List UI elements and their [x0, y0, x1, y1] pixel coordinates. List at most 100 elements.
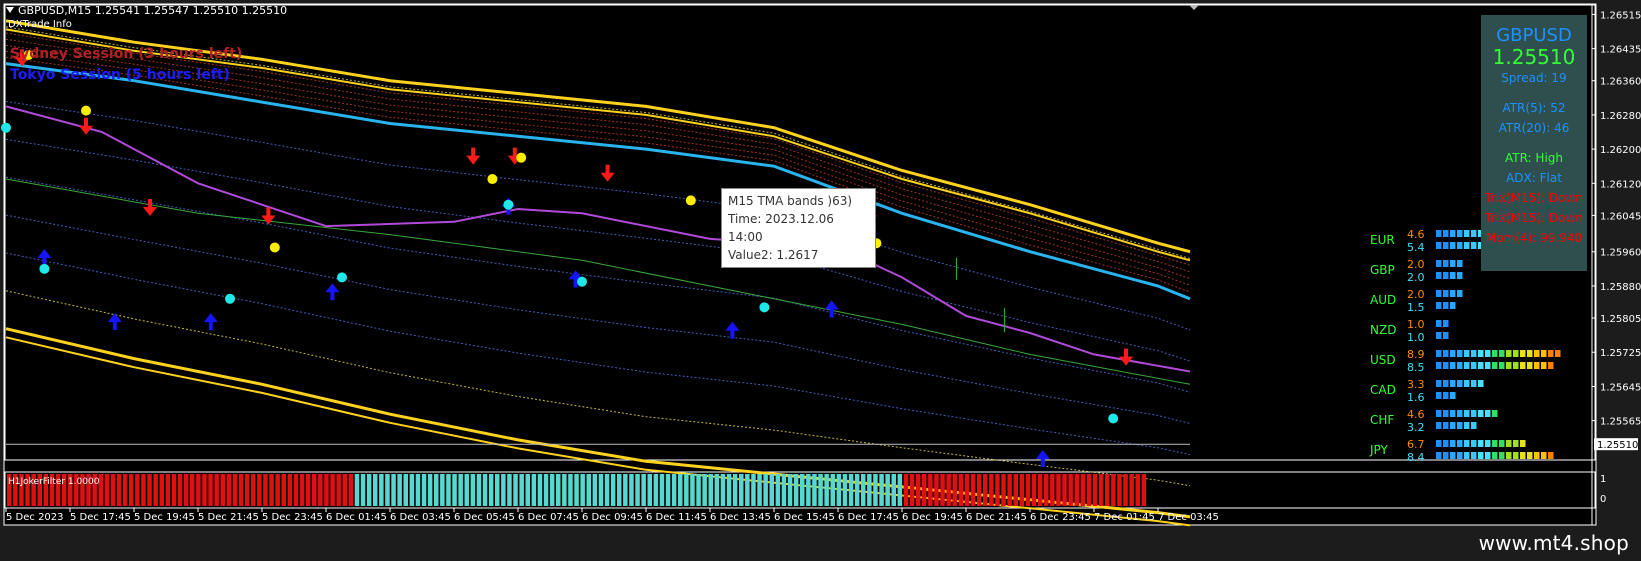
up-filter-bar [360, 474, 366, 506]
up-filter-bar [519, 474, 524, 506]
down-filter-bar [1031, 474, 1037, 506]
up-filter-bar [793, 474, 799, 506]
up-filter-bar [787, 474, 793, 506]
up-filter-bar [842, 474, 848, 506]
down-filter-bar [1019, 474, 1025, 506]
currency-code-label: GBP [1370, 263, 1395, 277]
strength-bar-segment [1457, 422, 1463, 429]
info-panel: GBPUSD 1.25510 Spread: 19 ATR(5): 52 ATR… [1481, 15, 1587, 271]
strength-bar-segment [1492, 410, 1498, 417]
down-filter-bar [324, 474, 329, 506]
strength-bar-segment [1436, 242, 1442, 249]
up-filter-bar [537, 474, 543, 506]
session-tokyo: Tokyo Session (5 hours left) [10, 67, 230, 83]
strength-bar-segment [1520, 350, 1526, 357]
down-filter-bar [1086, 474, 1092, 506]
strength-bar-segment [1513, 452, 1519, 459]
strength-bar-segment [1443, 242, 1449, 249]
strength-bar-segment [1471, 350, 1477, 357]
strength-bar-segment [1443, 452, 1449, 459]
cyan-dot-marker [759, 302, 770, 313]
currency-code-label: NZD [1370, 323, 1396, 337]
yellow-dot-marker [81, 105, 91, 116]
strength-bar-segment [1436, 320, 1442, 327]
up-filter-bar [354, 474, 360, 506]
strength-value-1: 4.6 [1407, 408, 1425, 421]
subwindow-label: H1JokerFilter 1.0000 [8, 477, 100, 487]
strength-bar-segment [1457, 230, 1463, 237]
up-filter-bar [598, 474, 604, 506]
strength-bar-segment [1541, 452, 1547, 459]
strength-bar-segment [1471, 242, 1477, 249]
strength-value-2: 1.5 [1407, 301, 1425, 314]
tooltip-title: M15 TMA bands )63) [728, 194, 853, 208]
up-filter-bar [458, 474, 463, 506]
strength-value-1: 4.6 [1407, 228, 1425, 241]
brand-watermark: www.mt4.shop [1478, 531, 1629, 555]
x-tick-label: 6 Dec 01:45 [326, 512, 387, 523]
up-filter-bar [610, 474, 616, 506]
up-filter-bar [568, 474, 573, 506]
panel-trix-1: Trix(M15): Down [1485, 191, 1583, 205]
up-filter-bar [671, 474, 677, 506]
x-tick-label: 6 Dec 15:45 [774, 512, 835, 523]
up-filter-bar [379, 474, 384, 506]
up-filter-bar [775, 474, 781, 506]
y-tick-label: 1.26120 [1600, 179, 1641, 190]
up-filter-bar [861, 474, 866, 506]
up-filter-bar [641, 474, 646, 506]
strength-bar-segment [1492, 350, 1498, 357]
down-filter-bar [1105, 474, 1110, 506]
chart-canvas[interactable]: 1.26515 1.26435 1.26360 1.26280 1.26200 1.261… [0, 0, 1641, 561]
down-filter-bar [909, 474, 915, 506]
strength-bar-segment [1520, 452, 1526, 459]
strength-bar-segment [1464, 380, 1470, 387]
strength-bar-segment [1436, 410, 1442, 417]
data-tooltip: M15 TMA bands )63) Time: 2023.12.06 14:0… [721, 188, 876, 268]
up-filter-bar [879, 474, 884, 506]
up-filter-bar [507, 474, 512, 506]
strength-bar-segment [1499, 440, 1505, 447]
strength-bar-segment [1457, 350, 1463, 357]
up-filter-bar [391, 474, 396, 506]
down-filter-bar [336, 474, 341, 506]
strength-bar-segment [1457, 452, 1463, 459]
cyan-dot-marker [1, 122, 11, 133]
strength-bar-segment [1450, 362, 1456, 369]
up-filter-bar [409, 474, 415, 506]
up-filter-bar [763, 474, 768, 506]
strength-bar-segment [1492, 452, 1498, 459]
down-filter-bar [1037, 474, 1043, 506]
down-filter-bar [1135, 474, 1140, 506]
collapse-triangle-icon[interactable] [6, 7, 14, 13]
strength-bar-segment [1464, 422, 1470, 429]
down-filter-bar [940, 474, 945, 506]
panel-atr-state: ATR: High [1504, 151, 1563, 165]
strength-bar-segment [1436, 350, 1442, 357]
strength-value-2: 2.0 [1407, 271, 1425, 284]
panel-atr5: ATR(5): 52 [1502, 101, 1566, 115]
down-filter-bar [281, 474, 286, 506]
down-filter-bar [147, 474, 152, 506]
strength-bar-segment [1450, 440, 1456, 447]
x-tick-label: 6 Dec 23:45 [1030, 512, 1091, 523]
down-filter-bar [171, 474, 177, 506]
down-filter-bar [348, 474, 354, 506]
strength-bar-segment [1513, 440, 1519, 447]
x-tick-label: 5 Dec 23:45 [262, 512, 323, 523]
strength-bar-segment [1457, 362, 1463, 369]
strength-bar-segment [1471, 362, 1477, 369]
up-filter-bar [751, 474, 756, 506]
y-tick-label: 1.26045 [1600, 211, 1641, 222]
up-filter-bar [684, 474, 689, 506]
strength-bar-segment [1499, 452, 1505, 459]
down-filter-bar [964, 474, 970, 506]
down-filter-bar [305, 474, 311, 506]
up-filter-bar [556, 474, 561, 506]
strength-bar-segment [1450, 290, 1456, 297]
x-tick-label: 6 Dec 21:45 [966, 512, 1027, 523]
up-filter-bar [604, 474, 610, 506]
strength-bar-segment [1464, 410, 1470, 417]
up-filter-bar [434, 474, 439, 506]
down-filter-bar [934, 474, 939, 506]
